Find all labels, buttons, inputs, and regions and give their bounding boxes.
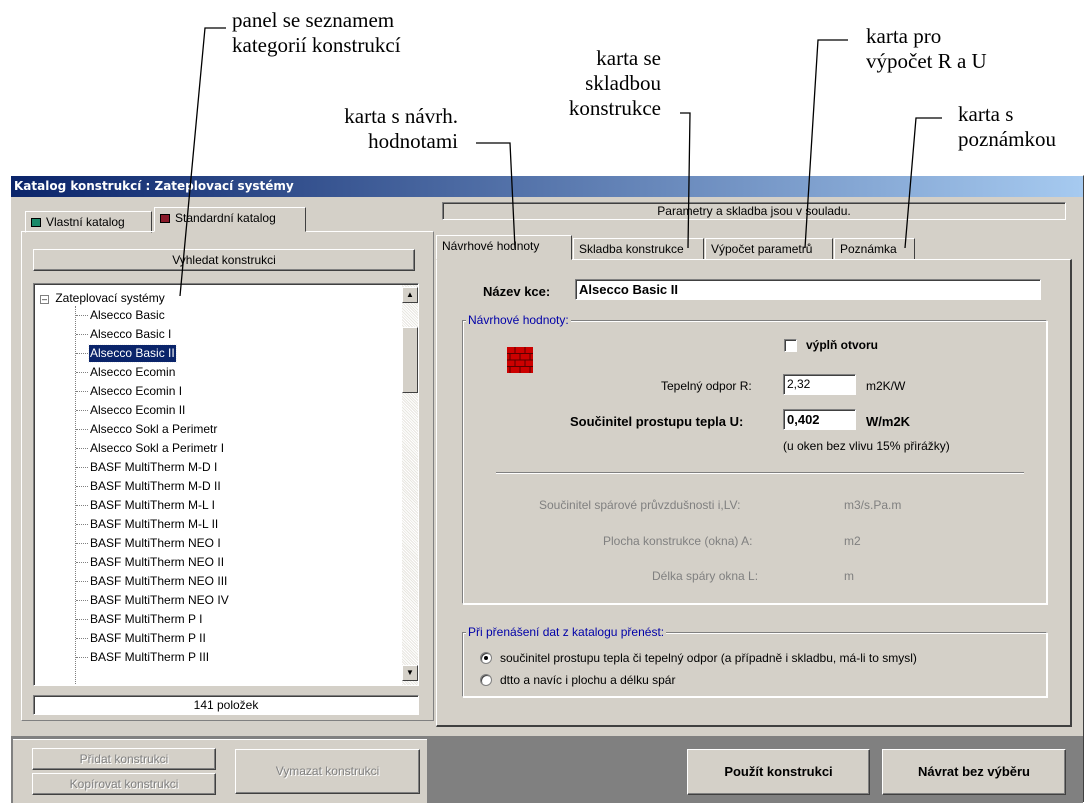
r-value-field[interactable]: 2,32 [783, 374, 856, 395]
tree-item[interactable]: Alsecco Sokl a Perimetr I [90, 440, 224, 457]
tree-branch-line [76, 619, 88, 620]
tree-branch-line [76, 353, 88, 354]
brick-icon [507, 347, 533, 373]
r-unit: m2K/W [866, 379, 906, 393]
standard-catalog-icon [160, 214, 170, 223]
callout-categories-panel: panel se seznamem kategorií konstrukcí [232, 8, 401, 57]
tree-item[interactable]: BASF MultiTherm M-D I [90, 459, 217, 476]
design-values-group [462, 320, 1047, 604]
window-title: Katalog konstrukcí : Zateplovací systémy [11, 176, 1083, 197]
tree-item[interactable]: BASF MultiTherm NEO III [90, 573, 227, 590]
r-label: Tepelný odpor R: [661, 379, 752, 393]
tree-branch-line [76, 315, 88, 316]
opening-fill-checkbox[interactable] [784, 339, 797, 352]
tree-item[interactable]: BASF MultiTherm M-D II [90, 478, 221, 495]
joint-label: Délka spáry okna L: [652, 569, 759, 583]
scroll-thumb[interactable] [402, 327, 418, 393]
transfer-area-label: dtto a navíc i plochu a délku spár [500, 673, 676, 687]
item-count: 141 položek [33, 695, 419, 715]
tree-root[interactable]: – Zateplovací systémy [40, 290, 165, 307]
tab-design-values[interactable]: Návrhové hodnoty [436, 235, 572, 260]
tree-item[interactable]: BASF MultiTherm NEO II [90, 554, 224, 571]
tree-branch-line [76, 334, 88, 335]
search-construction-button[interactable]: Vyhledat konstrukci [33, 249, 415, 271]
callout-note-tab: karta s poznámkou [958, 102, 1056, 151]
opening-fill-label: výplň otvoru [806, 338, 879, 352]
collapse-icon[interactable]: – [40, 295, 49, 304]
design-values-group-title: Návrhové hodnoty: [466, 313, 571, 327]
tree-branch-line [76, 581, 88, 582]
tab-composition[interactable]: Skladba konstrukce [573, 238, 704, 260]
catalog-window: Katalog konstrukcí : Zateplovací systémy… [10, 175, 1084, 803]
area-label: Plocha konstrukce (okna) A: [603, 534, 753, 548]
tree-branch-line [76, 638, 88, 639]
add-construction-button[interactable]: Přidat konstrukci [32, 748, 216, 770]
ilv-label: Součinitel spárové průvzdušnosti i,LV: [539, 498, 741, 512]
callout-composition-tab: karta se skladbou konstrukce [568, 46, 661, 120]
delete-construction-button[interactable]: Vymazat konstrukci [235, 749, 420, 794]
tree-branch-line [76, 543, 88, 544]
group-divider [496, 472, 1024, 474]
use-construction-button[interactable]: Použít konstrukci [687, 749, 870, 795]
u-label: Součinitel prostupu tepla U: [570, 414, 744, 429]
tree-item[interactable]: Alsecco Ecomin I [90, 383, 182, 400]
tree-scrollbar[interactable]: ▲ ▼ [402, 285, 418, 685]
tab-calculation[interactable]: Výpočet parametrů [705, 238, 833, 260]
tree-branch-line [76, 600, 88, 601]
name-field[interactable]: Alsecco Basic II [575, 279, 1041, 300]
callout-design-values-tab: karta s návrh. hodnotami [344, 104, 458, 153]
callout-calc-tab: karta pro výpočet R a U [866, 24, 987, 73]
scroll-down-button[interactable]: ▼ [402, 665, 418, 681]
tree-item[interactable]: BASF MultiTherm NEO IV [90, 592, 229, 609]
tree-item[interactable]: BASF MultiTherm NEO I [90, 535, 221, 552]
status-bar: Parametry a skladba jsou v souladu. [442, 202, 1066, 220]
tree-branch-line [76, 657, 88, 658]
copy-construction-button[interactable]: Kopírovat konstrukci [32, 773, 216, 795]
tree-item[interactable]: BASF MultiTherm M-L II [90, 516, 218, 533]
ilv-unit: m3/s.Pa.m [844, 498, 902, 512]
tree-item[interactable]: Alsecco Ecomin [90, 364, 175, 381]
category-tree[interactable]: – Zateplovací systémy Alsecco Basic Alsec… [33, 283, 419, 686]
tree-branch-line [76, 448, 88, 449]
tree-branch-line [76, 467, 88, 468]
return-without-selection-button[interactable]: Návrat bez výběru [882, 749, 1066, 795]
tab-note[interactable]: Poznámka [834, 238, 915, 260]
tree-branch-line [76, 524, 88, 525]
joint-unit: m [844, 569, 854, 583]
tree-item[interactable]: Alsecco Ecomin II [90, 402, 185, 419]
own-catalog-icon [31, 218, 41, 227]
tree-branch-line [76, 562, 88, 563]
tree-item[interactable]: BASF MultiTherm M-L I [90, 497, 215, 514]
tree-connector [75, 306, 76, 685]
tree-branch-line [76, 505, 88, 506]
tree-item[interactable]: BASF MultiTherm P I [90, 611, 202, 628]
tree-item[interactable]: Alsecco Basic I [90, 326, 171, 343]
name-label: Název kce: [483, 284, 551, 299]
tree-branch-line [76, 410, 88, 411]
tree-branch-line [76, 372, 88, 373]
tree-item[interactable]: Alsecco Basic II [88, 344, 177, 363]
tab-standard-catalog[interactable]: Standardní katalog [154, 207, 306, 232]
transfer-u-radio[interactable] [480, 652, 492, 664]
transfer-u-label: součinitel prostupu tepla či tepelný odp… [500, 651, 917, 665]
tree-item[interactable]: BASF MultiTherm P II [90, 630, 206, 647]
tab-own-catalog[interactable]: Vlastní katalog [25, 211, 152, 233]
u-note: (u oken bez vlivu 15% přirážky) [783, 439, 950, 453]
tree-branch-line [76, 429, 88, 430]
transfer-area-radio[interactable] [480, 674, 492, 686]
u-value-field[interactable]: 0,402 [783, 409, 856, 430]
area-unit: m2 [844, 534, 861, 548]
tree-item[interactable]: Alsecco Sokl a Perimetr [90, 421, 217, 438]
u-unit: W/m2K [866, 414, 911, 429]
tree-branch-line [76, 486, 88, 487]
tree-branch-line [76, 391, 88, 392]
tree-item[interactable]: BASF MultiTherm P III [90, 649, 209, 666]
scroll-up-button[interactable]: ▲ [402, 287, 418, 303]
transfer-group-title: Při přenášení dat z katalogu přenést: [466, 625, 667, 639]
tree-item[interactable]: Alsecco Basic [90, 307, 165, 324]
